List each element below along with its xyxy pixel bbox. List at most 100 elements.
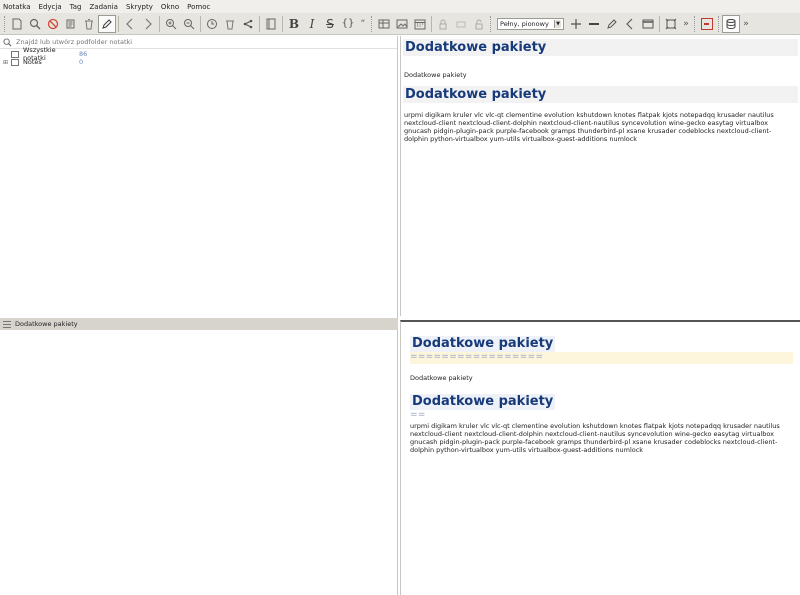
key-icon [456,21,466,27]
share-button[interactable] [239,15,257,33]
window-button[interactable] [639,15,657,33]
tree-item-count: 0 [79,58,84,66]
toolbar-grip[interactable] [490,15,492,32]
unlock-button[interactable] [470,15,488,33]
editor-content[interactable]: Dodatkowe pakiety ================= Doda… [401,332,800,454]
zoom-minus-button[interactable] [585,15,603,33]
toolbar-overflow-button-2[interactable]: » [740,15,752,33]
chevron-right-icon [145,18,152,29]
folder-icon [11,58,19,66]
toolbar-separator [431,15,432,32]
magnifier-icon [29,18,41,29]
bin-icon [226,20,234,29]
insert-image-button[interactable] [393,15,411,33]
forward-button[interactable] [139,15,157,33]
chevron-down-icon: ▼ [554,19,561,28]
calendar-icon [414,19,426,29]
fullscreen-button[interactable] [662,15,680,33]
pencil-icon [102,18,112,29]
toolbar-separator [200,15,201,32]
lock-button[interactable] [434,15,452,33]
zoom-in-button[interactable] [162,15,180,33]
collapse-button[interactable] [621,15,639,33]
close-panel-icon [701,17,713,30]
menu-tag[interactable]: Tag [70,3,82,11]
toolbar-grip[interactable] [694,15,696,32]
expand-icon[interactable]: ⊞ [3,59,11,66]
notebook-icon [11,50,19,58]
editor-paragraph-1: Dodatkowe pakiety [410,374,473,382]
edit-pencil-button[interactable] [603,15,621,33]
notebook-tree: Wszystkie notatki 86 ⊞ Notes 0 [0,46,397,66]
italic-button[interactable]: I [303,15,321,33]
tree-item-label: Notes [23,58,42,66]
outline-icon [266,18,276,29]
search-button[interactable] [26,15,44,33]
toolbar-grip[interactable] [371,15,373,32]
note-preview-pane: Dodatkowe pakiety Dodatkowe pakiety Doda… [400,36,800,316]
toolbar-separator [159,15,160,32]
calendar-button[interactable] [411,15,429,33]
toolbar-separator [282,15,283,32]
toolbar-separator [659,15,660,32]
cancel-search-button[interactable] [44,15,62,33]
new-note-icon [12,18,22,29]
editor-paragraph-2: urpmi digikam kruler vlc vlc-qt clementi… [410,422,780,454]
menu-skrypty[interactable]: Skrypty [126,3,153,11]
zoom-out-icon [184,18,195,29]
insert-table-button[interactable] [375,15,393,33]
menu-edycja[interactable]: Edycja [39,3,62,11]
delete-button[interactable] [221,15,239,33]
clock-button[interactable] [203,15,221,33]
preview-paragraph-2: urpmi digikam kruler vlc vlc-qt clementi… [404,111,774,143]
toolbar-grip[interactable] [718,15,720,32]
tree-item-all-notes[interactable]: Wszystkie notatki 86 [0,46,397,62]
database-icon [726,18,736,29]
lock-icon [439,19,447,29]
encrypt-button[interactable] [452,15,470,33]
search-icon [3,37,12,46]
view-mode-value: Pełny, pionowy [500,19,549,28]
toolbar-overflow-button[interactable]: » [680,15,692,33]
strikethrough-button[interactable]: S [321,15,339,33]
code-button[interactable]: {} [339,15,357,33]
tree-item-count: 86 [79,50,88,58]
new-note-button[interactable] [8,15,26,33]
menu-pomoc[interactable]: Pomoc [187,3,210,11]
toolbar-separator [259,15,260,32]
note-editor-pane[interactable]: Dodatkowe pakiety ================= Doda… [400,320,800,595]
main-toolbar: B I S {} “ Pełny, pionowy ▼ » » [0,13,800,35]
edit-note-button[interactable] [62,15,80,33]
unlock-icon [475,19,483,29]
pencil-icon [607,18,617,29]
close-panel-button[interactable] [698,15,716,33]
toolbar-grip[interactable] [4,15,6,32]
zoom-plus-button[interactable] [567,15,585,33]
share-icon [243,19,253,28]
back-button[interactable] [121,15,139,33]
pencil-toggle-button[interactable] [98,14,116,33]
outline-button[interactable] [262,15,280,33]
preview-heading-1: Dodatkowe pakiety [403,39,798,56]
tree-item-notes[interactable]: ⊞ Notes 0 [0,58,397,66]
menu-bar: Notatka Edycja Tag Zadania Skrypty Okno … [0,0,800,13]
view-mode-select[interactable]: Pełny, pionowy ▼ [497,17,564,30]
menu-notatka[interactable]: Notatka [3,3,31,11]
zoom-in-icon [166,18,177,29]
quote-button[interactable]: “ [357,15,369,33]
note-list-item[interactable]: Dodatkowe pakiety [0,318,398,330]
left-panel: Wszystkie notatki 86 ⊞ Notes 0 [0,36,398,595]
editor-heading-underline-1: ================= [410,352,793,364]
bold-button[interactable]: B [285,15,303,33]
trash-button[interactable] [80,15,98,33]
zoom-out-button[interactable] [180,15,198,33]
database-button[interactable] [722,14,740,33]
editor-heading-2: Dodatkowe pakiety [410,394,556,410]
table-icon [378,19,390,28]
plus-icon [571,18,581,29]
menu-okno[interactable]: Okno [161,3,179,11]
trash-icon [85,18,93,29]
menu-zadania[interactable]: Zadania [89,3,118,11]
editor-heading-underline-2: == [410,410,426,420]
editor-heading-1: Dodatkowe pakiety [410,336,556,352]
